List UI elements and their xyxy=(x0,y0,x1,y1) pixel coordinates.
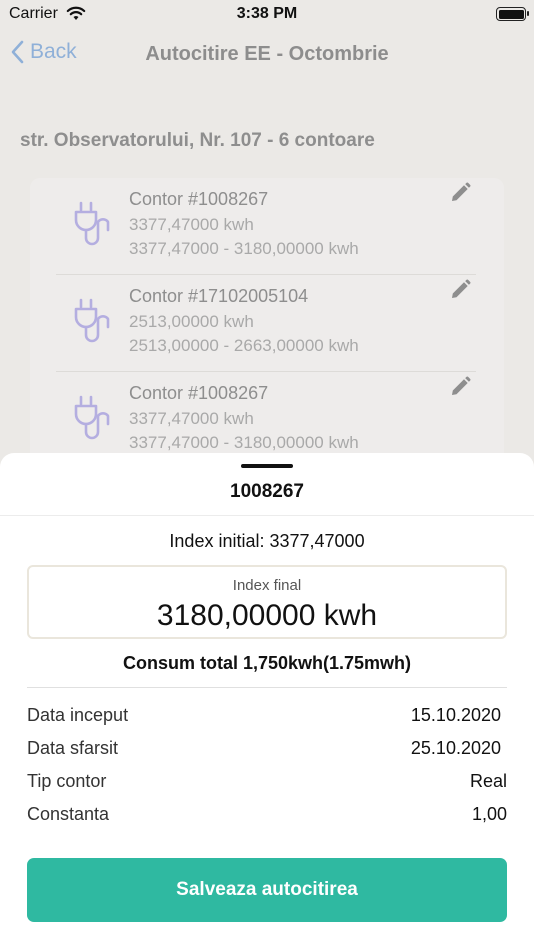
detail-label: Data sfarsit xyxy=(27,738,119,758)
meter-value: 3377,47000 kwh xyxy=(129,215,254,234)
total-consumption: Consum total 1,750kwh(1.75mwh) xyxy=(122,653,412,673)
page-title: Autocitire EE - Octombrie xyxy=(145,43,389,65)
meter-range: 3377,47000 - 3180,00000 kwh xyxy=(129,239,359,258)
reading-bottom-sheet: 1008267 Index initial: 3377,47000 Index … xyxy=(0,453,534,950)
plug-icon xyxy=(68,394,110,447)
edit-icon[interactable] xyxy=(449,279,471,306)
meter-item[interactable]: Contor #1008267 3377,47000 kwh 3377,4700… xyxy=(56,178,476,275)
detail-label: Constanta xyxy=(27,804,110,824)
edit-icon[interactable] xyxy=(449,376,471,403)
address-header: str. Observatorului, Nr. 107 - 6 contoar… xyxy=(20,130,375,151)
status-time: 3:38 PM xyxy=(236,5,298,22)
sheet-grabber[interactable] xyxy=(241,464,293,468)
index-initial: Index initial: 3377,47000 xyxy=(169,531,365,551)
sheet-title: 1008267 xyxy=(230,481,304,502)
index-final-input[interactable]: 3180,00000 kwh xyxy=(29,599,505,633)
detail-value: 1,00 xyxy=(471,804,507,824)
detail-value: 25.10.2020 xyxy=(410,738,501,758)
edit-icon[interactable] xyxy=(449,182,471,209)
plug-icon xyxy=(68,297,110,350)
status-bar: Carrier 3:38 PM xyxy=(0,0,534,30)
meters-list: Contor #1008267 3377,47000 kwh 3377,4700… xyxy=(30,178,504,469)
meter-value: 2513,00000 kwh xyxy=(129,312,254,331)
meter-range: 2513,00000 - 2663,00000 kwh xyxy=(129,336,359,355)
meter-range: 3377,47000 - 3180,00000 kwh xyxy=(129,433,359,452)
meter-item[interactable]: Contor #17102005104 2513,00000 kwh 2513,… xyxy=(56,275,476,372)
meter-name: Contor #1008267 xyxy=(129,189,269,209)
meter-name: Contor #1008267 xyxy=(129,383,269,403)
index-final-label: Index final xyxy=(232,577,302,594)
divider xyxy=(0,515,534,516)
meter-value: 3377,47000 kwh xyxy=(129,409,254,428)
detail-label: Tip contor xyxy=(27,771,107,791)
detail-label: Data inceput xyxy=(27,705,129,725)
navigation-bar: Back Autocitire EE - Octombrie xyxy=(0,30,534,78)
index-final-field[interactable]: Index final 3180,00000 kwh xyxy=(27,565,507,639)
meter-name: Contor #17102005104 xyxy=(129,286,309,306)
detail-value: 15.10.2020 xyxy=(410,705,501,725)
battery-icon xyxy=(496,7,529,21)
save-reading-button[interactable]: Salveaza autocitirea xyxy=(27,858,507,922)
divider xyxy=(27,687,507,688)
detail-value: Real xyxy=(469,771,507,791)
plug-icon xyxy=(68,200,110,253)
